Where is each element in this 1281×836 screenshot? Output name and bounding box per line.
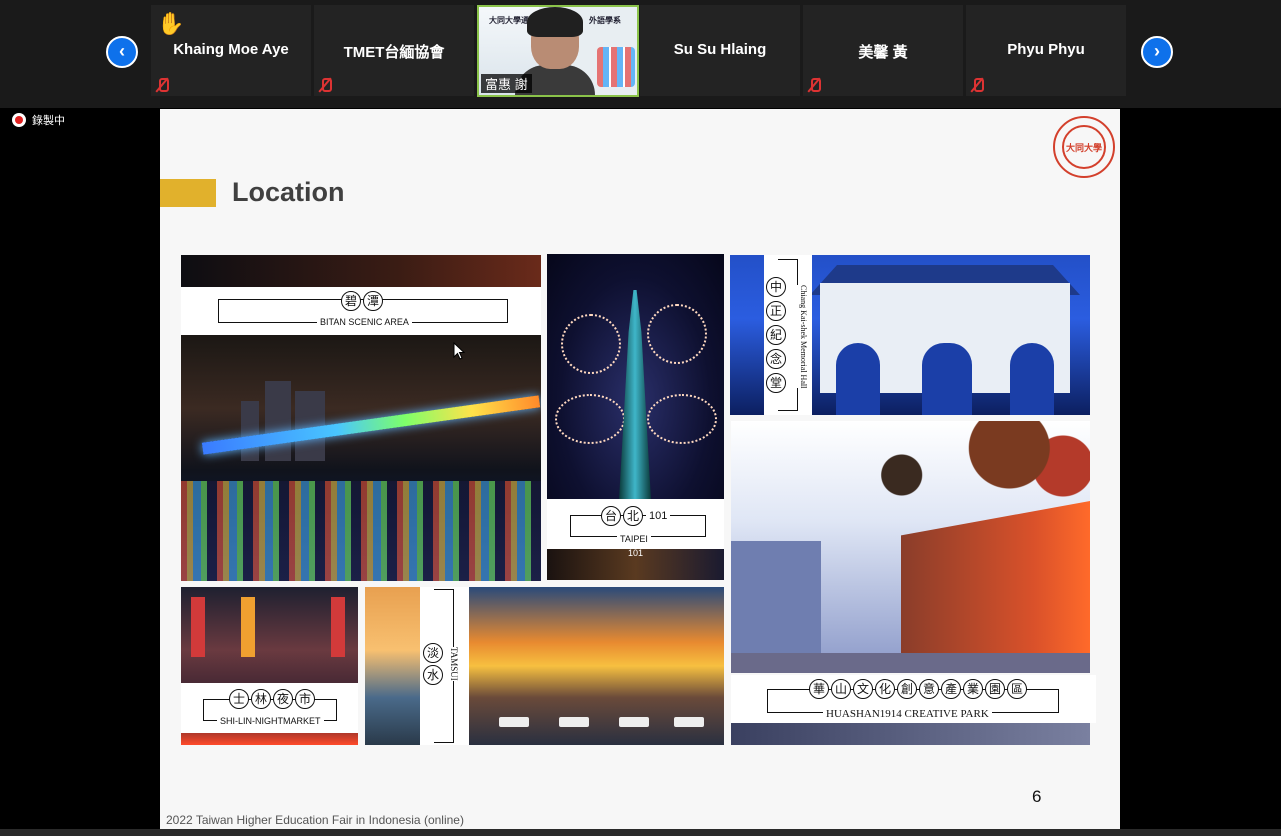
tamsui-photo-left — [365, 587, 420, 745]
participant-tile[interactable]: 美馨 黃 — [803, 5, 963, 96]
participant-name: TMET台緬協會 — [343, 44, 445, 61]
recording-indicator[interactable]: 錄製中 — [12, 112, 65, 128]
meeting-window: ‹ ✋ Khaing Moe Aye TMET台緬協會 大同大學通 外語學系 富… — [0, 0, 1281, 836]
huashan-photo-bottom — [731, 723, 1090, 745]
muted-mic-icon — [318, 78, 332, 92]
participant-tile[interactable]: Phyu Phyu — [966, 5, 1126, 96]
participant-name: Phyu Phyu — [1007, 41, 1085, 58]
bitan-label: 碧 潭 BITAN SCENIC AREA — [181, 287, 541, 335]
university-logo: 大同大學 — [1053, 116, 1115, 178]
title-accent-bar — [160, 179, 216, 207]
participant-name: Su Su Hlaing — [673, 41, 767, 58]
bitan-night-photo — [181, 335, 541, 581]
slide-page-number: 6 — [1032, 787, 1042, 806]
record-icon — [12, 113, 26, 127]
bottom-edge — [0, 829, 1281, 836]
chevron-right-icon: › — [1154, 41, 1160, 61]
shilin-label: 士 林 夜 市 SHI-LIN-NIGHTMARKET — [181, 683, 358, 733]
tamsui-label: 淡 水 TAMSUI — [420, 587, 469, 745]
huashan-photo — [731, 421, 1090, 673]
taipei101-photo-bottom: 101 — [547, 549, 724, 580]
speaker-name: 富惠 謝 — [481, 74, 532, 93]
tamsui-sunset-photo — [469, 587, 724, 745]
taipei101-label: 台 北 101 TAIPEI — [547, 499, 724, 549]
ckm-label: 中 正 紀 念 堂 Chiang Kai-shek Memorial Hall — [764, 255, 812, 415]
participant-tile[interactable]: TMET台緬協會 — [314, 5, 474, 96]
chevron-left-icon: ‹ — [119, 41, 125, 61]
participant-strip: ‹ ✋ Khaing Moe Aye TMET台緬協會 大同大學通 外語學系 富… — [0, 0, 1281, 108]
participant-tile[interactable]: ✋ Khaing Moe Aye — [151, 5, 311, 96]
muted-mic-icon — [970, 78, 984, 92]
bitan-photo-top — [181, 255, 541, 287]
bitan-en-label: BITAN SCENIC AREA — [317, 317, 412, 327]
slide-footer: 2022 Taiwan Higher Education Fair in Ind… — [166, 813, 464, 827]
slide-title: Location — [232, 177, 345, 207]
participant-name: Khaing Moe Aye — [173, 41, 289, 58]
taipei101-photo — [547, 254, 724, 499]
video-banner-left: 大同大學通 — [489, 16, 529, 25]
huashan-label: 華 山 文 化 創 意 產 業 園 區 HUASHAN1914 CREATIVE… — [731, 675, 1096, 723]
shared-slide: Location 大同大學 碧 潭 BITAN SCENIC AREA 台 北 … — [160, 109, 1120, 829]
participant-name: 美馨 黃 — [858, 44, 908, 61]
raised-hand-icon: ✋ — [157, 11, 185, 36]
previous-page-button[interactable]: ‹ — [106, 36, 138, 68]
video-banner-right: 外語學系 — [589, 16, 621, 25]
participant-tile[interactable]: Su Su Hlaing — [640, 5, 800, 96]
active-speaker-video[interactable]: 大同大學通 外語學系 富惠 謝 — [477, 5, 639, 97]
muted-mic-icon — [155, 78, 169, 92]
next-page-button[interactable]: › — [1141, 36, 1173, 68]
background-poster — [597, 47, 635, 87]
muted-mic-icon — [807, 78, 821, 92]
recording-label: 錄製中 — [32, 115, 65, 127]
logo-text: 大同大學 — [1065, 143, 1102, 154]
